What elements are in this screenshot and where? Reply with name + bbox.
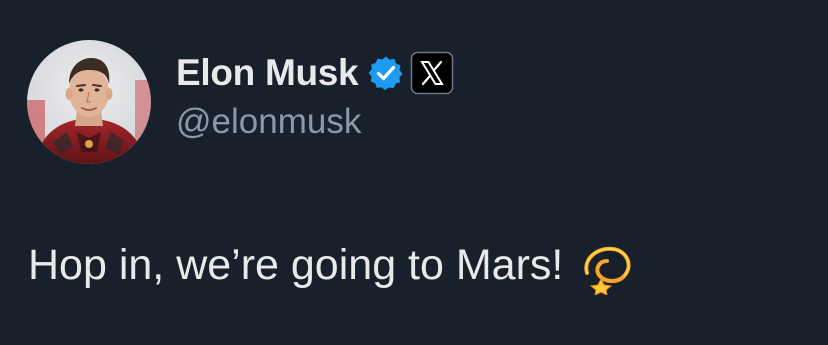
avatar-image [27, 40, 151, 164]
verified-check-icon[interactable] [368, 55, 404, 91]
tweet-card: Elon Musk @elonmusk Hop in, we’re going … [0, 0, 828, 345]
tweet-text: Hop in, we’re going to Mars! [28, 240, 564, 289]
tweet-body: Hop in, we’re going to Mars! [28, 235, 639, 296]
avatar[interactable] [27, 40, 151, 164]
author-name-row: Elon Musk [176, 50, 454, 96]
display-name[interactable]: Elon Musk [176, 52, 359, 94]
x-logo-icon[interactable] [410, 51, 454, 95]
dizzy-emoji-icon [579, 235, 639, 296]
user-handle[interactable]: @elonmusk [176, 102, 361, 142]
